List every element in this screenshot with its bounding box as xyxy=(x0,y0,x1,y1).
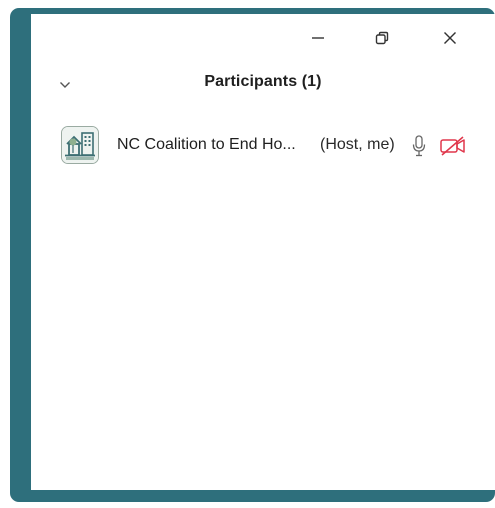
restore-icon xyxy=(375,31,389,45)
video-toggle[interactable] xyxy=(437,132,469,160)
minimize-icon xyxy=(312,37,324,39)
video-off-icon xyxy=(440,136,465,156)
restore-button[interactable] xyxy=(365,24,399,52)
minimize-button[interactable] xyxy=(301,24,335,52)
microphone-icon xyxy=(412,135,426,157)
participant-row[interactable]: NC Coalition to End Ho... (Host, me) xyxy=(31,126,495,166)
mute-toggle[interactable] xyxy=(409,132,429,160)
participants-window: Participants (1) NC Coalition to End Ho.… xyxy=(31,14,495,490)
organization-logo-icon xyxy=(62,127,98,163)
close-icon xyxy=(444,32,456,44)
avatar xyxy=(61,126,99,164)
participant-role: (Host, me) xyxy=(320,136,395,153)
participant-name: NC Coalition to End Ho... xyxy=(117,136,296,153)
close-button[interactable] xyxy=(433,24,467,52)
panel-title: Participants (1) xyxy=(204,73,322,90)
